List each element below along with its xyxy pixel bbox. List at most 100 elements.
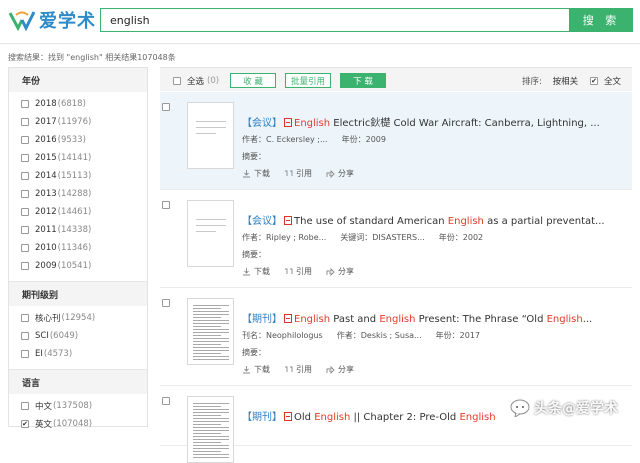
thumbnail-text-line (193, 341, 229, 342)
abstract-label: 摘要： (242, 348, 266, 357)
result-checkbox[interactable] (162, 103, 170, 111)
facet-item[interactable]: 2010 (11346) (21, 239, 147, 257)
facet-title: 年份 (9, 68, 147, 92)
facet-item[interactable]: 2012 (14461) (21, 203, 147, 221)
action-label: 分享 (338, 169, 354, 178)
facet-checkbox[interactable] (21, 402, 29, 410)
facet-item[interactable]: 2017 (11976) (21, 113, 147, 131)
facet-count: (9533) (57, 135, 86, 145)
facet-count: (14461) (57, 207, 92, 217)
document-thumbnail[interactable] (187, 200, 234, 267)
site-logo[interactable]: 爱学术 (8, 7, 96, 33)
facet-checkbox[interactable] (21, 314, 29, 322)
result-title[interactable]: 【会议】 The use of standard American English… (242, 212, 605, 227)
facet-item[interactable]: 2009 (10541) (21, 257, 147, 275)
document-thumbnail[interactable] (187, 298, 234, 365)
cite-action[interactable]: 引用 (284, 364, 312, 375)
facet-title: 期刊级别 (9, 282, 147, 306)
download-action[interactable]: 下载 (242, 364, 270, 375)
search-input[interactable] (101, 9, 569, 31)
download-button[interactable]: 下 载 (340, 73, 386, 88)
result-checkbox[interactable] (162, 201, 170, 209)
facet-checkbox[interactable] (21, 154, 29, 162)
fulltext-label: 全文 (604, 77, 622, 87)
facet-label: 2009 (35, 261, 57, 271)
thumbnail-text-line (193, 436, 229, 437)
thumbnail-text-line (193, 359, 229, 360)
title-text: Past and (330, 314, 380, 325)
facet-checkbox[interactable] (21, 190, 29, 198)
facet-count: (11976) (57, 117, 92, 127)
result-item: 【期刊】 English Past and English Present: Th… (160, 288, 632, 386)
cite-icon (284, 365, 296, 374)
action-label: 引用 (296, 365, 312, 374)
search-box[interactable] (100, 8, 570, 32)
share-action[interactable]: 分享 (326, 364, 354, 375)
select-all-checkbox[interactable] (173, 77, 181, 85)
facet-checkbox[interactable] (21, 136, 29, 144)
result-title[interactable]: 【期刊】 Old English || Chapter 2: Pre-Old En… (242, 408, 496, 423)
meta-label: 年份： (435, 331, 460, 340)
download-action[interactable]: 下载 (242, 266, 270, 277)
facet-item[interactable]: SCI (6049) (21, 327, 147, 345)
meta-label: 作者： (336, 331, 361, 340)
facet-group: 语言中文 (137508) ✔ 英文 (107048) (9, 369, 147, 439)
download-action[interactable]: 下载 (242, 168, 270, 179)
thumbnail-text-line (193, 350, 229, 351)
facet-checkbox[interactable] (21, 244, 29, 252)
meta-value: C. Eckersley ;... (266, 135, 328, 144)
toutiao-logo-icon (510, 399, 530, 417)
result-title[interactable]: 【期刊】 English Past and English Present: Th… (242, 310, 592, 325)
result-item: 【会议】 The use of standard American English… (160, 190, 632, 288)
facet-checkbox[interactable] (21, 118, 29, 126)
facet-title: 语言 (9, 370, 147, 394)
facet-item[interactable]: 2018 (6818) (21, 95, 147, 113)
select-all[interactable]: 全选 (0) (173, 75, 219, 87)
facet-count: (14288) (57, 189, 92, 199)
document-thumbnail[interactable] (187, 102, 234, 169)
sort-value[interactable]: 按相关 (553, 77, 579, 87)
facet-checkbox[interactable] (21, 172, 29, 180)
facet-item[interactable]: 2013 (14288) (21, 185, 147, 203)
facet-checkbox[interactable] (21, 350, 29, 358)
facet-item[interactable]: 2016 (9533) (21, 131, 147, 149)
sort-control[interactable]: 排序: 按相关 (522, 75, 578, 87)
title-text: Electric鈥檚 Cold War Aircraft: Canberra, … (330, 118, 600, 129)
facet-checkbox[interactable] (21, 332, 29, 340)
thumbnail-text-line (193, 314, 229, 315)
thumbnail-text-line (193, 451, 221, 452)
facet-checkbox[interactable]: ✔ (21, 420, 29, 428)
collect-button[interactable]: 收 藏 (230, 73, 276, 88)
facet-item[interactable]: 2011 (14338) (21, 221, 147, 239)
thumbnail-line (196, 225, 226, 226)
search-button[interactable]: 搜 索 (570, 8, 633, 32)
facet-item[interactable]: 2015 (14141) (21, 149, 147, 167)
cite-action[interactable]: 引用 (284, 266, 312, 277)
facet-item[interactable]: EI (4573) (21, 345, 147, 363)
thumbnail-text-line (193, 427, 229, 428)
action-label: 分享 (338, 267, 354, 276)
batch-cite-button[interactable]: 批量引用 (285, 73, 331, 88)
result-checkbox[interactable] (162, 397, 170, 405)
thumbnail-text-line (193, 317, 221, 318)
fulltext-checkbox[interactable]: ✔ (590, 77, 598, 85)
share-action[interactable]: 分享 (326, 266, 354, 277)
result-checkbox[interactable] (162, 299, 170, 307)
facet-checkbox[interactable] (21, 262, 29, 270)
thumbnail-text-line (193, 344, 221, 345)
facet-checkbox[interactable] (21, 208, 29, 216)
facet-item[interactable]: 2014 (15113) (21, 167, 147, 185)
result-type: 【会议】 (242, 216, 282, 227)
facet-item[interactable]: 中文 (137508) (21, 397, 147, 415)
share-action[interactable]: 分享 (326, 168, 354, 179)
facet-checkbox[interactable] (21, 226, 29, 234)
facet-item[interactable]: ✔ 英文 (107048) (21, 415, 147, 433)
fulltext-filter[interactable]: ✔ 全文 (590, 75, 621, 87)
result-title[interactable]: 【会议】 English Electric鈥檚 Cold War Aircraft… (242, 114, 600, 129)
facet-label: 2015 (35, 153, 57, 163)
facet-checkbox[interactable] (21, 100, 29, 108)
document-thumbnail[interactable] (187, 396, 234, 463)
cite-action[interactable]: 引用 (284, 168, 312, 179)
thumbnail-text-line (193, 433, 221, 434)
facet-item[interactable]: 核心刊 (12954) (21, 309, 147, 327)
